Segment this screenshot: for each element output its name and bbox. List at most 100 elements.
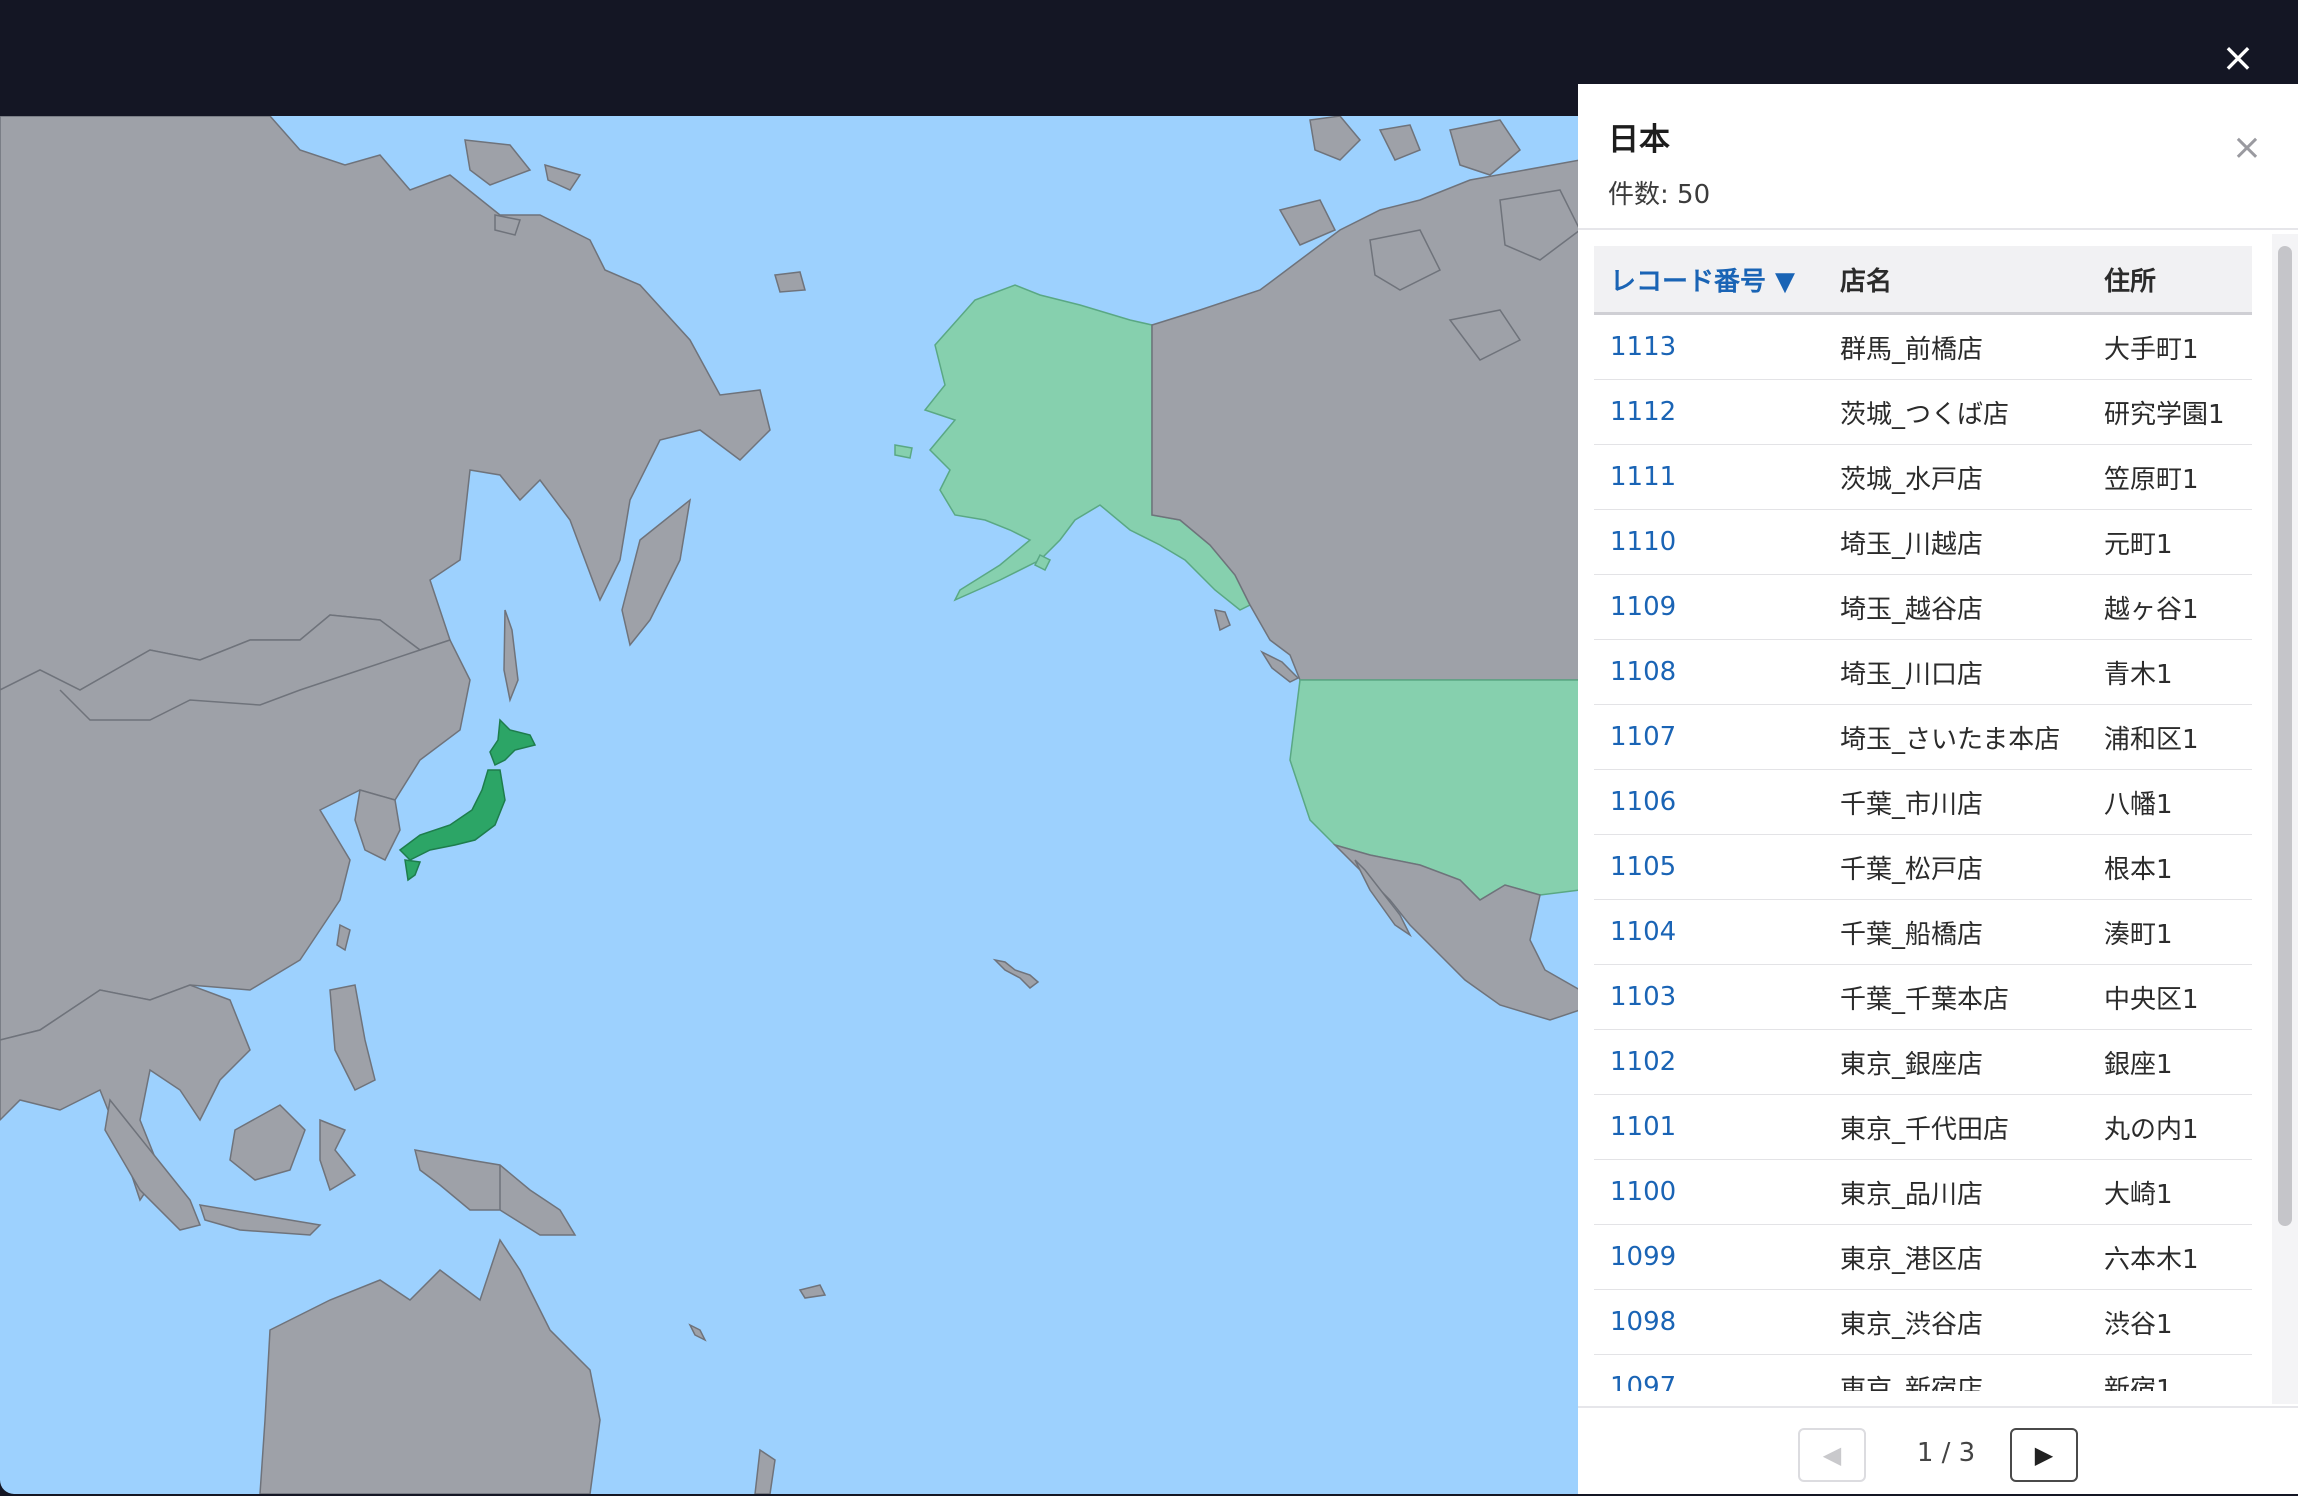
record-number-link[interactable]: 1097 xyxy=(1594,1354,1824,1391)
store-name-cell: 東京_新宿店 xyxy=(1824,1354,2088,1391)
map-region-arctic-islands-3[interactable] xyxy=(544,163,582,191)
panel-title: 日本 xyxy=(1608,122,1670,158)
column-header-record-number[interactable]: レコード番号 ▼ xyxy=(1594,246,1824,315)
table-row[interactable]: 1098 東京_渋谷店 渋谷1 xyxy=(1594,1289,2252,1355)
map-region-new-siberia[interactable] xyxy=(774,271,806,293)
store-name-cell: 千葉_市川店 xyxy=(1824,769,2088,835)
record-number-link[interactable]: 1109 xyxy=(1594,574,1824,640)
address-cell: 浦和区1 xyxy=(2088,704,2252,770)
store-name-cell: 埼玉_越谷店 xyxy=(1824,574,2088,640)
map-region-sumatra[interactable] xyxy=(104,1098,202,1231)
store-name-cell: 茨城_つくば店 xyxy=(1824,379,2088,445)
table-header-row: レコード番号 ▼ 店名 住所 xyxy=(1594,246,2252,315)
world-map[interactable] xyxy=(0,116,1580,1494)
store-name-cell: 埼玉_川越店 xyxy=(1824,509,2088,575)
address-cell: 新宿1 xyxy=(2088,1354,2252,1391)
record-number-link[interactable]: 1112 xyxy=(1594,379,1824,445)
map-region-usa[interactable] xyxy=(1289,679,1580,901)
record-number-link[interactable]: 1102 xyxy=(1594,1029,1824,1095)
address-cell: 根本1 xyxy=(2088,834,2252,900)
map-region-new-guinea[interactable] xyxy=(413,1149,577,1236)
map-region-australia[interactable] xyxy=(259,1238,601,1494)
record-number-link[interactable]: 1104 xyxy=(1594,899,1824,965)
store-name-cell: 東京_銀座店 xyxy=(1824,1029,2088,1095)
page-indicator: 1 / 3 xyxy=(1916,1438,1976,1468)
table-row[interactable]: 1097 東京_新宿店 新宿1 xyxy=(1594,1354,2252,1391)
panel-header: 日本 件数: 50 × xyxy=(1578,84,2298,230)
table-row[interactable]: 1099 東京_港区店 六本木1 xyxy=(1594,1224,2252,1290)
modal-close-icon[interactable]: × xyxy=(2218,38,2258,78)
table-row[interactable]: 1103 千葉_千葉本店 中央区1 xyxy=(1594,964,2252,1030)
address-cell: 中央区1 xyxy=(2088,964,2252,1030)
store-name-cell: 茨城_水戸店 xyxy=(1824,444,2088,510)
table-row[interactable]: 1113 群馬_前橋店 大手町1 xyxy=(1594,313,2252,380)
address-cell: 六本木1 xyxy=(2088,1224,2252,1290)
record-number-link[interactable]: 1099 xyxy=(1594,1224,1824,1290)
map-region-hawaii[interactable] xyxy=(992,958,1040,989)
table-scrollbar[interactable] xyxy=(2272,234,2298,1404)
address-cell: 銀座1 xyxy=(2088,1029,2252,1095)
table-row[interactable]: 1110 埼玉_川越店 元町1 xyxy=(1594,509,2252,575)
record-table: レコード番号 ▼ 店名 住所 1113 群馬_前橋店 大手町1 1112 茨城_つくば店 研究… xyxy=(1594,246,2252,1391)
store-name-cell: 東京_品川店 xyxy=(1824,1159,2088,1225)
map-region-borneo[interactable] xyxy=(229,1104,306,1181)
table-row[interactable]: 1102 東京_銀座店 銀座1 xyxy=(1594,1029,2252,1095)
record-number-link[interactable]: 1110 xyxy=(1594,509,1824,575)
table-row[interactable]: 1101 東京_千代田店 丸の内1 xyxy=(1594,1094,2252,1160)
record-number-link[interactable]: 1111 xyxy=(1594,444,1824,510)
panel-close-icon[interactable]: × xyxy=(2232,130,2262,166)
table-row[interactable]: 1104 千葉_船橋店 湊町1 xyxy=(1594,899,2252,965)
record-count: 件数: 50 xyxy=(1608,180,1711,210)
store-name-cell: 埼玉_さいたま本店 xyxy=(1824,704,2088,770)
table-row[interactable]: 1111 茨城_水戸店 笠原町1 xyxy=(1594,444,2252,510)
map-region-taiwan[interactable] xyxy=(336,923,351,952)
record-number-link[interactable]: 1101 xyxy=(1594,1094,1824,1160)
table-row[interactable]: 1108 埼玉_川口店 青木1 xyxy=(1594,639,2252,705)
address-cell: 元町1 xyxy=(2088,509,2252,575)
map-region-new-zealand[interactable] xyxy=(754,1448,776,1494)
address-cell: 八幡1 xyxy=(2088,769,2252,835)
record-number-link[interactable]: 1107 xyxy=(1594,704,1824,770)
store-name-cell: 千葉_松戸店 xyxy=(1824,834,2088,900)
store-name-cell: 埼玉_川口店 xyxy=(1824,639,2088,705)
table-row[interactable]: 1112 茨城_つくば店 研究学園1 xyxy=(1594,379,2252,445)
store-name-cell: 東京_渋谷店 xyxy=(1824,1289,2088,1355)
record-number-link[interactable]: 1103 xyxy=(1594,964,1824,1030)
address-cell: 大手町1 xyxy=(2088,313,2252,380)
map-region-philippines[interactable] xyxy=(329,984,376,1092)
record-number-link[interactable]: 1108 xyxy=(1594,639,1824,705)
map-region-arctic-islands[interactable] xyxy=(464,139,532,186)
record-number-link[interactable]: 1100 xyxy=(1594,1159,1824,1225)
map-region-java[interactable] xyxy=(198,1204,322,1236)
map-region-sakhalin[interactable] xyxy=(503,609,519,703)
address-cell: 青木1 xyxy=(2088,639,2252,705)
table-row[interactable]: 1109 埼玉_越谷店 越ヶ谷1 xyxy=(1594,574,2252,640)
next-page-button[interactable]: ▶ xyxy=(2010,1428,2078,1482)
pagination: ◀ 1 / 3 ▶ xyxy=(1578,1406,2298,1496)
record-table-container[interactable]: レコード番号 ▼ 店名 住所 1113 群馬_前橋店 大手町1 1112 茨城_つくば店 研究… xyxy=(1594,246,2252,1391)
column-header-address[interactable]: 住所 xyxy=(2088,246,2252,315)
address-cell: 丸の内1 xyxy=(2088,1094,2252,1160)
scrollbar-thumb[interactable] xyxy=(2278,246,2292,1226)
map-region-sulawesi[interactable] xyxy=(319,1118,357,1192)
map-region-canada-islands[interactable] xyxy=(1309,116,1362,161)
store-name-cell: 東京_千代田店 xyxy=(1824,1094,2088,1160)
record-list-panel: 日本 件数: 50 × レコード番号 ▼ 店名 住所 1113 群馬_前橋店 大手町1 1… xyxy=(1578,84,2298,1494)
record-number-link[interactable]: 1106 xyxy=(1594,769,1824,835)
store-name-cell: 群馬_前橋店 xyxy=(1824,313,2088,380)
record-number-link[interactable]: 1098 xyxy=(1594,1289,1824,1355)
prev-page-button[interactable]: ◀ xyxy=(1798,1428,1866,1482)
address-cell: 大崎1 xyxy=(2088,1159,2252,1225)
store-name-cell: 千葉_千葉本店 xyxy=(1824,964,2088,1030)
map-region-korea[interactable] xyxy=(354,789,401,862)
table-row[interactable]: 1100 東京_品川店 大崎1 xyxy=(1594,1159,2252,1225)
column-header-store-name[interactable]: 店名 xyxy=(1824,246,2088,315)
map-region-kamchatka[interactable] xyxy=(621,498,692,647)
record-number-link[interactable]: 1113 xyxy=(1594,313,1824,380)
address-cell: 湊町1 xyxy=(2088,899,2252,965)
table-row[interactable]: 1107 埼玉_さいたま本店 浦和区1 xyxy=(1594,704,2252,770)
address-cell: 渋谷1 xyxy=(2088,1289,2252,1355)
table-row[interactable]: 1106 千葉_市川店 八幡1 xyxy=(1594,769,2252,835)
table-row[interactable]: 1105 千葉_松戸店 根本1 xyxy=(1594,834,2252,900)
record-number-link[interactable]: 1105 xyxy=(1594,834,1824,900)
